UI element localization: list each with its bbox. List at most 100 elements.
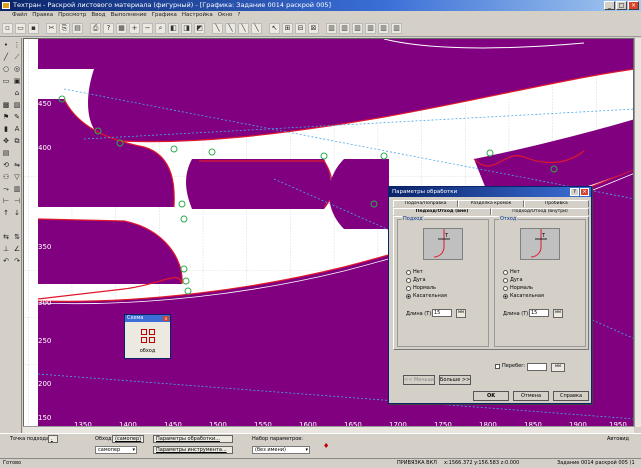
contour-icon[interactable]: ⌂ xyxy=(12,88,22,98)
cut-icon[interactable]: ✂ xyxy=(46,23,57,34)
approach-option-none[interactable]: Нет xyxy=(406,269,423,275)
approach-option-tangent[interactable]: Касательная xyxy=(406,293,447,299)
copy-tool-icon[interactable]: ⧉ xyxy=(12,136,22,146)
grid3-icon[interactable]: ▥ xyxy=(352,23,363,34)
zoom-out-icon[interactable]: − xyxy=(142,23,153,34)
new-icon[interactable]: ▫ xyxy=(2,23,13,34)
tab-approach-outer[interactable]: Подход/Отход (вне) xyxy=(393,208,491,215)
retract-option-tangent[interactable]: Касательная xyxy=(503,293,544,299)
line2-icon[interactable]: ╲ xyxy=(225,23,236,34)
text-icon[interactable]: A xyxy=(12,124,22,134)
autoview-label[interactable]: Автовид xyxy=(607,436,629,442)
mirror-icon[interactable]: ⇋ xyxy=(12,160,22,170)
bypass-select[interactable]: самопер xyxy=(95,446,137,454)
menu-help[interactable]: ? xyxy=(237,11,240,20)
redo-icon[interactable]: ↷ xyxy=(12,256,22,266)
maximize-button[interactable]: □ xyxy=(616,1,627,10)
scheme-window[interactable]: Схема × обход xyxy=(124,314,171,359)
retract-option-arc[interactable]: Дуга xyxy=(503,277,523,283)
grid5-icon[interactable]: ▥ xyxy=(378,23,389,34)
undo-icon[interactable]: ↶ xyxy=(1,256,11,266)
flag-icon[interactable]: ⚑ xyxy=(1,112,11,122)
line-icon[interactable]: ╱ xyxy=(1,52,11,62)
layer3-icon[interactable]: ◩ xyxy=(194,23,205,34)
menu-input[interactable]: Ввод xyxy=(91,11,105,20)
align-icon[interactable]: ▥ xyxy=(12,184,22,194)
copy-icon[interactable]: ⎘ xyxy=(59,23,70,34)
menu-window[interactable]: Окно xyxy=(218,11,233,20)
paramset-select[interactable]: (без имени) xyxy=(252,446,310,454)
dialog-help-icon[interactable]: ? xyxy=(570,188,579,196)
retract-length-input[interactable]: 15 xyxy=(529,309,549,317)
arrow-down-icon[interactable]: ↓ xyxy=(12,208,22,218)
grid4-icon[interactable]: ▥ xyxy=(365,23,376,34)
scheme-window-title[interactable]: Схема × xyxy=(125,315,170,322)
layer2-icon[interactable]: ◨ xyxy=(181,23,192,34)
fill-icon[interactable]: ▮ xyxy=(1,124,11,134)
grid1-icon[interactable]: ▥ xyxy=(326,23,337,34)
close-button[interactable]: × xyxy=(628,1,639,10)
grid6-icon[interactable]: ▥ xyxy=(391,23,402,34)
doc-icon[interactable]: ▤ xyxy=(1,148,11,158)
line4-icon[interactable]: ╲ xyxy=(251,23,262,34)
cut-path-icon[interactable]: ⤳ xyxy=(1,184,11,194)
polyline-icon[interactable]: ⟋ xyxy=(12,52,22,62)
vertical-scrollbar[interactable] xyxy=(634,38,641,427)
save-icon[interactable]: ▪ xyxy=(28,23,39,34)
zoom-window-icon[interactable]: ⌕ xyxy=(155,23,166,34)
ok-button[interactable]: OK xyxy=(473,391,509,401)
approach-option-normal[interactable]: Нормаль xyxy=(406,285,436,291)
approach-units-button[interactable]: мм xyxy=(456,309,466,318)
measure-icon[interactable]: ⊥ xyxy=(1,244,11,254)
extend-icon[interactable]: ⊣ xyxy=(12,196,22,206)
rect-icon[interactable]: ▭ xyxy=(1,76,11,86)
snap3-icon[interactable]: ⊠ xyxy=(308,23,319,34)
menu-settings[interactable]: Настройка xyxy=(182,11,213,20)
circle-icon[interactable]: ○ xyxy=(1,64,11,74)
part-icon[interactable]: ▩ xyxy=(1,100,11,110)
rotate-icon[interactable]: ⟲ xyxy=(1,160,11,170)
line1-icon[interactable]: ╲ xyxy=(212,23,223,34)
point-icon[interactable]: • xyxy=(1,40,11,50)
line3-icon[interactable]: ╲ xyxy=(238,23,249,34)
help-pointer-icon[interactable]: ? xyxy=(103,23,114,34)
zoom-in-icon[interactable]: + xyxy=(129,23,140,34)
menu-run[interactable]: Выполнение xyxy=(111,11,147,20)
processing-params-button[interactable]: Параметры обработки... xyxy=(153,435,233,443)
horizontal-scrollbar[interactable] xyxy=(23,426,634,433)
tool-icon[interactable]: ✎ xyxy=(12,112,22,122)
grid2-icon[interactable]: ▥ xyxy=(339,23,350,34)
snap2-icon[interactable]: ⊟ xyxy=(295,23,306,34)
bypass-scheme-icon[interactable] xyxy=(141,329,155,343)
scheme-close-icon[interactable]: × xyxy=(163,316,169,321)
tab-approach-inner[interactable]: Подход/Отход (внутри) xyxy=(491,208,589,215)
filter-icon[interactable]: ▽ xyxy=(12,172,22,182)
move-icon[interactable]: ✥ xyxy=(1,136,11,146)
layer1-icon[interactable]: ◧ xyxy=(168,23,179,34)
more-button[interactable]: Больше >> xyxy=(439,375,471,385)
grid-icon[interactable]: ⋮ xyxy=(12,40,22,50)
up-down-icon[interactable]: ⇅ xyxy=(12,232,22,242)
tab-piercing[interactable]: Пробивка xyxy=(523,200,589,207)
menu-file[interactable]: Файл xyxy=(12,11,27,20)
cancel-button[interactable]: Отмена xyxy=(513,391,549,401)
approach-point-button[interactable]: . xyxy=(48,435,58,443)
calc-icon[interactable]: ▦ xyxy=(116,23,127,34)
pointer-icon[interactable]: ↖ xyxy=(269,23,280,34)
retract-option-normal[interactable]: Нормаль xyxy=(503,285,533,291)
less-button[interactable]: << Меньше xyxy=(403,375,435,385)
dialog-close-icon[interactable]: × xyxy=(580,188,589,196)
tool-params-button[interactable]: Параметры инструмента... xyxy=(153,446,233,454)
help-button[interactable]: Справка xyxy=(553,391,589,401)
rect2-icon[interactable]: ▣ xyxy=(12,76,22,86)
overrun-input[interactable] xyxy=(527,363,547,371)
minimize-button[interactable]: _ xyxy=(604,1,615,10)
angle-icon[interactable]: ∠ xyxy=(12,244,22,254)
snap1-icon[interactable]: ⊞ xyxy=(282,23,293,34)
left-right-icon[interactable]: ⇆ xyxy=(1,232,11,242)
dialog-title-bar[interactable]: Параметры обработки ? × xyxy=(389,187,591,197)
menu-view[interactable]: Просмотр xyxy=(58,11,86,20)
tab-feed-correction[interactable]: Подача/Поправка xyxy=(393,200,459,207)
paste-icon[interactable]: ▤ xyxy=(72,23,83,34)
print-icon[interactable]: ⎙ xyxy=(90,23,101,34)
